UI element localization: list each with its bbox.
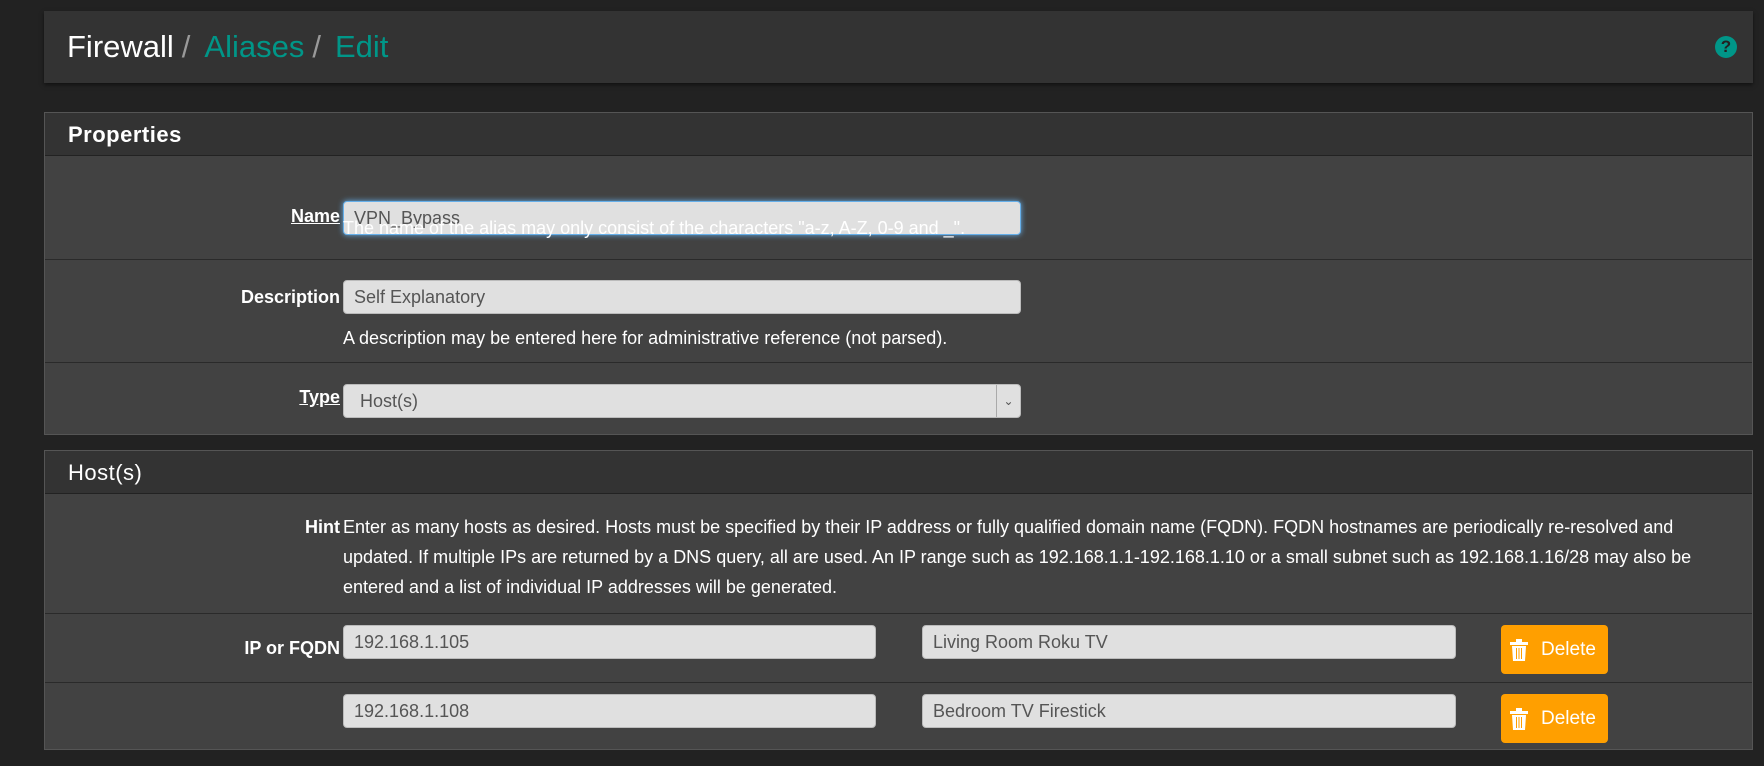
breadcrumb-aliases[interactable]: Aliases (204, 29, 304, 64)
breadcrumb-separator: / (181, 29, 191, 64)
description-help-text: A description may be entered here for ad… (343, 328, 948, 348)
delete-button[interactable]: Delete (1501, 694, 1608, 743)
ip-address-input[interactable] (343, 625, 876, 659)
trash-icon (1510, 708, 1528, 730)
chevron-down-icon: ⌄ (996, 385, 1020, 417)
delete-label: Delete (1541, 708, 1596, 729)
hint-row: Hint Enter as many hosts as desired. Hos… (45, 494, 1752, 614)
type-select-value: Host(s) (360, 391, 418, 411)
name-help-text: The name of the alias may only consist o… (343, 218, 966, 238)
description-input[interactable] (343, 280, 1021, 314)
breadcrumb: Firewall / Aliases / Edit (67, 27, 388, 67)
host-description-input[interactable] (922, 625, 1456, 659)
properties-panel: Properties Name The name of the alias ma… (44, 112, 1753, 435)
question-circle-icon[interactable]: ? (1715, 36, 1737, 58)
host-entry-row: IP or FQDN Delete (45, 614, 1752, 683)
page-header: Firewall / Aliases / Edit ? (44, 11, 1753, 83)
panel-title: Host(s) (45, 451, 1752, 494)
hosts-panel: Host(s) Hint Enter as many hosts as desi… (44, 450, 1753, 750)
delete-button[interactable]: Delete (1501, 625, 1608, 674)
name-row: Name The name of the alias may only cons… (45, 156, 1752, 260)
type-label: Type (299, 387, 340, 407)
type-row: Type Host(s) ⌄ (45, 363, 1752, 436)
breadcrumb-separator: / (312, 29, 321, 64)
trash-icon (1510, 639, 1528, 661)
name-label: Name (290, 206, 340, 226)
hint-label: Hint (305, 517, 340, 537)
ip-address-input[interactable] (343, 694, 876, 728)
panel-title: Properties (45, 113, 1752, 156)
description-label: Description (240, 287, 340, 307)
delete-label: Delete (1541, 639, 1596, 660)
host-description-input[interactable] (922, 694, 1456, 728)
description-row: Description A description may be entered… (45, 260, 1752, 363)
breadcrumb-edit[interactable]: Edit (335, 29, 388, 64)
breadcrumb-firewall: Firewall (67, 29, 174, 64)
ip-fqdn-label: IP or FQDN (244, 638, 340, 658)
hint-text: Enter as many hosts as desired. Hosts mu… (343, 517, 1692, 597)
type-select[interactable]: Host(s) ⌄ (343, 384, 1021, 418)
host-entry-row: Delete (45, 683, 1752, 751)
